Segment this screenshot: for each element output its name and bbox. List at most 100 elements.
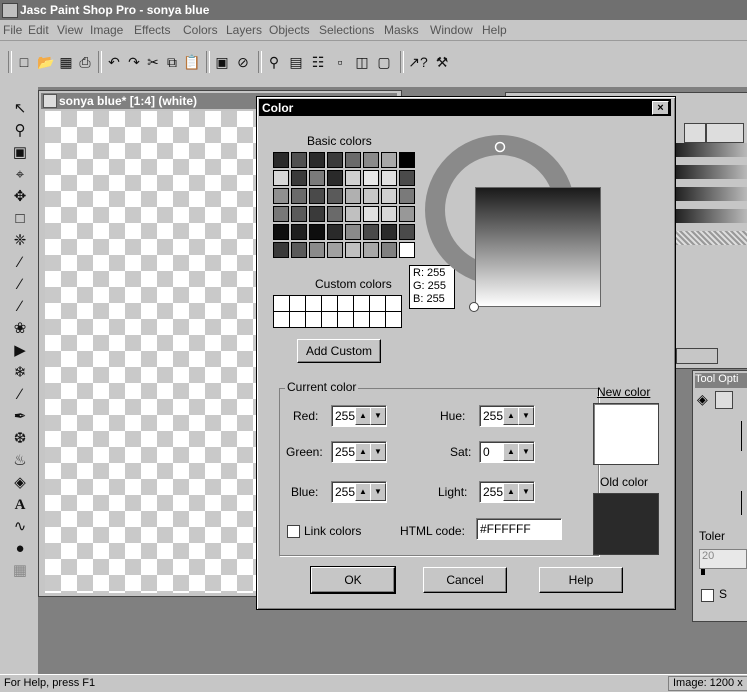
basic-color-swatch[interactable] (273, 170, 289, 186)
basic-color-swatch[interactable] (399, 242, 415, 258)
layer-visibility-icon[interactable] (684, 123, 706, 143)
menu-edit[interactable]: Edit (28, 23, 49, 37)
basic-color-swatch[interactable] (291, 224, 307, 240)
custom-color-swatch[interactable] (338, 312, 354, 328)
light-spinner[interactable]: ▲ ▼ (503, 483, 534, 501)
custom-color-swatch[interactable] (290, 296, 306, 312)
airbrush-tool-icon[interactable]: ❆ (10, 429, 30, 449)
basic-color-swatch[interactable] (345, 206, 361, 222)
layers-icon[interactable]: ☷ (308, 51, 328, 73)
basic-color-swatch[interactable] (363, 152, 379, 168)
html-code-input[interactable]: #FFFFFF (476, 518, 562, 540)
crop-tool-icon[interactable]: ⌖ (10, 165, 30, 185)
basic-color-swatch[interactable] (309, 242, 325, 258)
old-color-swatch[interactable] (593, 493, 659, 555)
basic-color-swatch[interactable] (309, 188, 325, 204)
red-spinner[interactable]: ▲ ▼ (355, 407, 386, 425)
green-spinner[interactable]: ▲ ▼ (355, 443, 386, 461)
light-input[interactable]: 255 ▲ ▼ (479, 481, 535, 503)
full-screen-icon[interactable]: ⊘ (233, 51, 253, 73)
zoom-tool-icon[interactable]: ⚲ (10, 121, 30, 141)
menu-window[interactable]: Window (430, 23, 473, 37)
open-icon[interactable]: 📂 (36, 51, 56, 73)
preset-shapes-tool-icon[interactable]: ● (10, 539, 30, 559)
saturation-lightness-square[interactable] (475, 187, 601, 307)
hue-input[interactable]: 255 ▲ ▼ (479, 405, 535, 427)
mover-tool-icon[interactable]: ✥ (10, 187, 30, 207)
custom-color-swatch[interactable] (322, 296, 338, 312)
link-colors-checkbox[interactable] (287, 525, 300, 538)
basic-color-swatch[interactable] (363, 188, 379, 204)
basic-color-swatch[interactable] (345, 224, 361, 240)
arrow-tool-icon[interactable]: ↖ (10, 99, 30, 119)
custom-color-swatch[interactable] (370, 312, 386, 328)
basic-color-swatch[interactable] (273, 224, 289, 240)
menu-image[interactable]: Image (90, 23, 123, 37)
eraser-tool-icon[interactable]: ∕ (10, 385, 30, 405)
custom-color-swatch[interactable] (354, 296, 370, 312)
flood-fill-tool-icon[interactable]: ♨ (10, 451, 30, 471)
custom-color-swatch[interactable] (322, 312, 338, 328)
retouch-tool-icon[interactable]: ▶ (10, 341, 30, 361)
custom-color-swatch[interactable] (354, 312, 370, 328)
print-icon[interactable]: ⎙ (75, 51, 95, 73)
basic-color-swatch[interactable] (381, 188, 397, 204)
basic-color-swatch[interactable] (345, 152, 361, 168)
custom-color-swatch[interactable] (306, 296, 322, 312)
custom-color-swatch[interactable] (274, 296, 290, 312)
undo-icon[interactable]: ↶ (104, 51, 124, 73)
custom-color-swatch[interactable] (338, 296, 354, 312)
color-replacer-tool-icon[interactable]: ❀ (10, 319, 30, 339)
blue-input[interactable]: 255 ▲ ▼ (331, 481, 387, 503)
layer-opacity-bar[interactable] (676, 231, 747, 245)
basic-color-swatch[interactable] (291, 170, 307, 186)
scratch-remover-tool-icon[interactable]: ❄ (10, 363, 30, 383)
flood-fill-tab-icon[interactable]: ◈ (697, 391, 708, 408)
layer-group-icon[interactable] (706, 123, 744, 143)
menu-view[interactable]: View (57, 23, 83, 37)
menu-colors[interactable]: Colors (183, 23, 218, 37)
color-selector-marker[interactable] (469, 302, 479, 312)
basic-color-swatch[interactable] (327, 224, 343, 240)
custom-color-swatch[interactable] (274, 312, 290, 328)
basic-color-swatch[interactable] (399, 188, 415, 204)
basic-color-swatch[interactable] (399, 224, 415, 240)
basic-color-swatch[interactable] (327, 170, 343, 186)
basic-color-swatch[interactable] (381, 242, 397, 258)
browse-icon[interactable]: ▣ (212, 51, 232, 73)
basic-color-swatch[interactable] (327, 242, 343, 258)
layer-opacity-bar[interactable] (676, 165, 747, 179)
add-custom-button[interactable]: Add Custom (297, 339, 381, 363)
hue-spinner[interactable]: ▲ ▼ (503, 407, 534, 425)
close-icon[interactable]: × (652, 101, 669, 115)
dropper-tool-icon[interactable]: ∕ (10, 253, 30, 273)
color-palette-icon[interactable]: ▤ (286, 51, 306, 73)
basic-color-swatch[interactable] (363, 242, 379, 258)
basic-color-swatch[interactable] (291, 242, 307, 258)
cancel-button[interactable]: Cancel (423, 567, 507, 593)
tolerance-field[interactable]: 20 (699, 549, 747, 569)
help-button[interactable]: Help (539, 567, 623, 593)
tool-options-icon[interactable]: ▢ (374, 51, 394, 73)
basic-color-swatch[interactable] (291, 206, 307, 222)
freehand-tool-icon[interactable]: ❈ (10, 231, 30, 251)
new-icon[interactable]: □ (14, 51, 34, 73)
basic-color-swatch[interactable] (327, 188, 343, 204)
clone-tool-icon[interactable]: ∕ (10, 297, 30, 317)
blue-spinner[interactable]: ▲ ▼ (355, 483, 386, 501)
custom-color-swatch[interactable] (290, 312, 306, 328)
basic-color-swatch[interactable] (345, 188, 361, 204)
paintbrush-tool-icon[interactable]: ∕ (10, 275, 30, 295)
image-canvas[interactable] (45, 111, 259, 593)
menu-selections[interactable]: Selections (319, 23, 374, 37)
tolerance-slider-thumb[interactable] (701, 569, 705, 575)
sat-spinner[interactable]: ▲ ▼ (503, 443, 534, 461)
zoom-icon[interactable]: ⚲ (264, 51, 284, 73)
context-help-icon[interactable]: ↗? (408, 51, 428, 73)
basic-color-swatch[interactable] (399, 152, 415, 168)
menu-help[interactable]: Help (482, 23, 507, 37)
basic-color-swatch[interactable] (273, 206, 289, 222)
copy-icon[interactable]: ⧉ (162, 51, 182, 73)
paste-icon[interactable]: 📋 (182, 51, 202, 73)
basic-color-swatch[interactable] (399, 170, 415, 186)
